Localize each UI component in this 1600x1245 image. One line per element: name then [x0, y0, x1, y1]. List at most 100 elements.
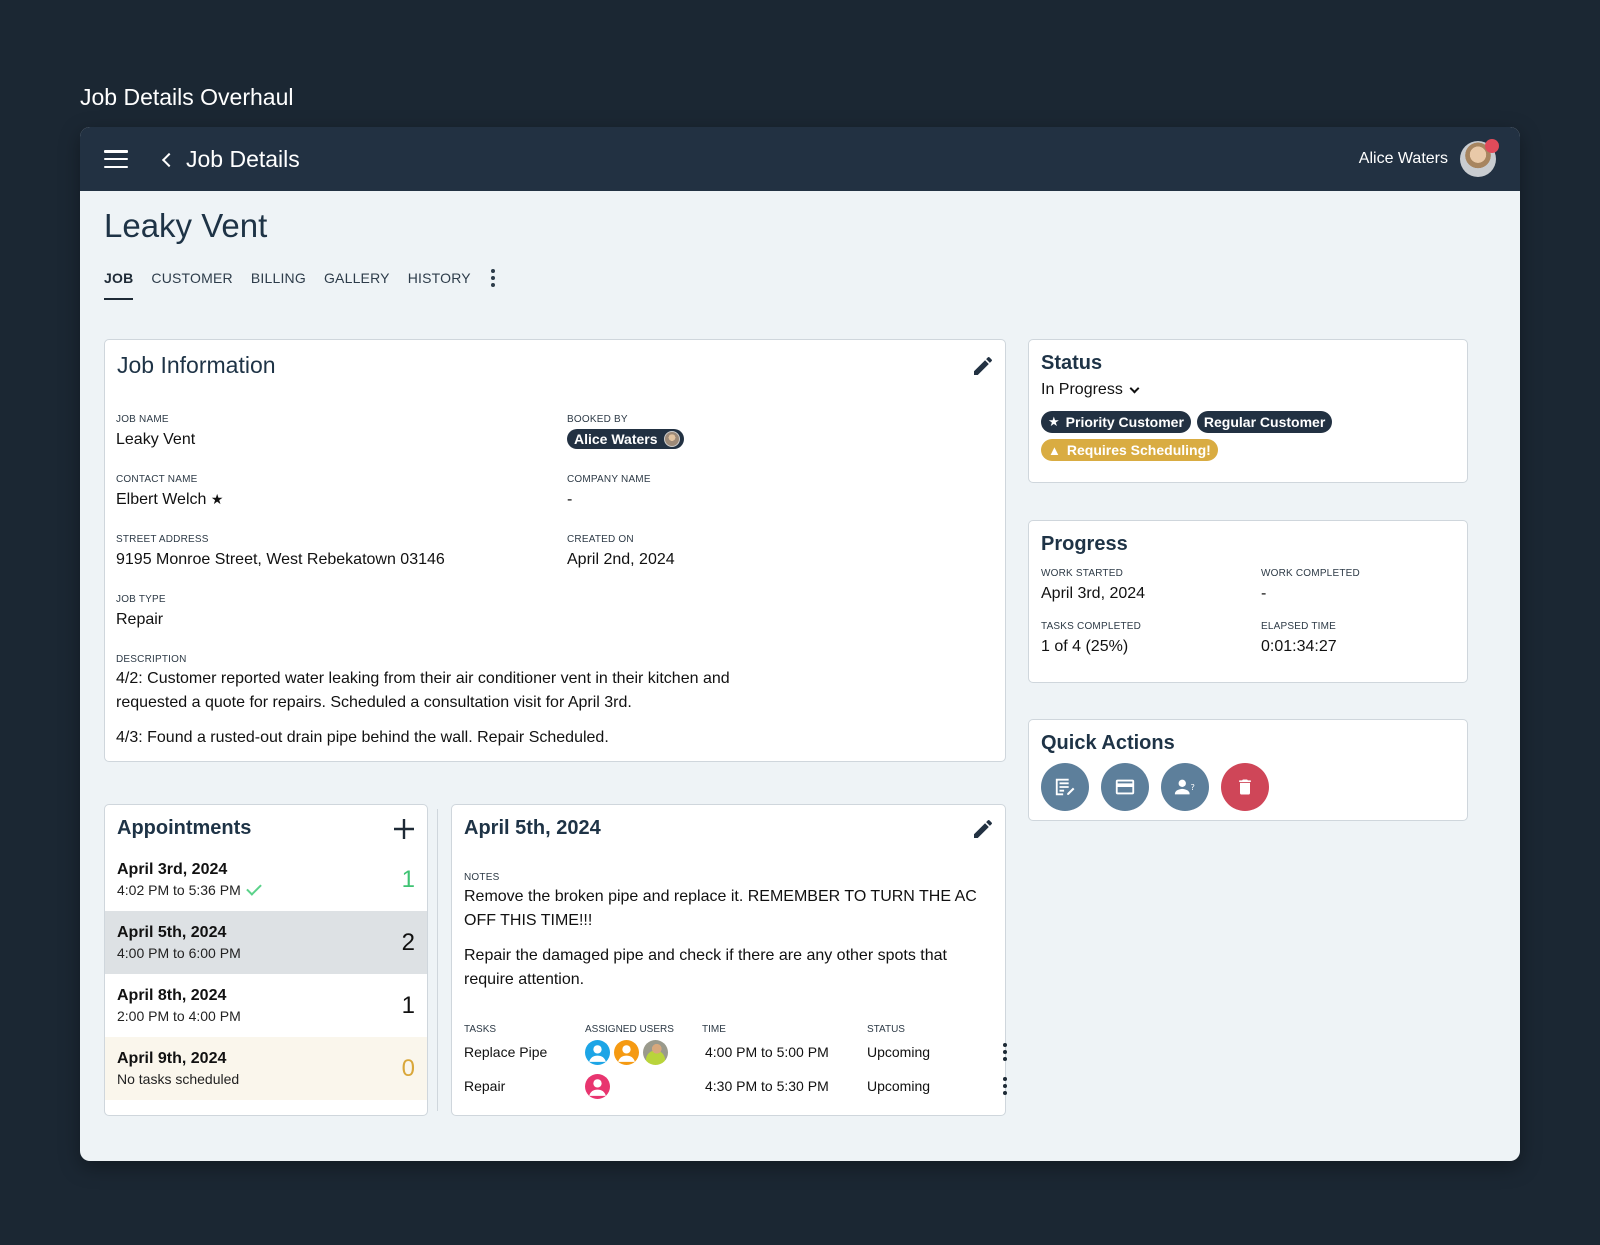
description-paragraph: 4/3: Found a rusted-out drain pipe behin…	[116, 729, 609, 746]
warning-icon: ▲	[1048, 442, 1061, 458]
notes-section: NOTES Remove the broken pipe and replace…	[464, 872, 984, 992]
tag-requires-scheduling[interactable]: ▲ Requires Scheduling!	[1041, 439, 1218, 461]
avatar	[663, 431, 680, 447]
field-value: 0:01:34:27	[1261, 638, 1337, 655]
appointment-time: 4:00 PM to 6:00 PM	[117, 945, 241, 961]
field-value: 1 of 4 (25%)	[1041, 638, 1129, 655]
appointment-date: April 3rd, 2024	[117, 861, 228, 878]
appointment-item[interactable]: April 9th, 2024 No tasks scheduled 0	[105, 1037, 427, 1100]
tab-gallery[interactable]: GALLERY	[324, 270, 390, 300]
card-title: Appointments	[117, 817, 252, 839]
edit-icon[interactable]	[971, 354, 995, 378]
edit-icon[interactable]	[971, 817, 995, 841]
appointment-item[interactable]: April 3rd, 2024 4:02 PM to 5:36 PM 1	[105, 848, 427, 911]
chevron-left-icon	[161, 152, 177, 167]
svg-text:?: ?	[1191, 782, 1195, 792]
status-value: In Progress	[1041, 381, 1123, 398]
tab-history[interactable]: HISTORY	[408, 270, 471, 300]
description-paragraph: 4/2: Customer reported water leaking fro…	[116, 670, 730, 711]
top-bar: Job Details Alice Waters	[80, 127, 1520, 191]
field-tasks-completed: TASKS COMPLETED 1 of 4 (25%)	[1041, 621, 1261, 656]
card-title: Quick Actions	[1041, 732, 1175, 754]
user-avatar[interactable]	[643, 1039, 668, 1065]
field-label: WORK COMPLETED	[1261, 568, 1360, 579]
billing-button[interactable]	[1101, 763, 1149, 811]
more-options-icon[interactable]	[1003, 1043, 1007, 1061]
table-row[interactable]: Repair 4:30 PM to 5:30 PM Upcoming	[464, 1069, 1007, 1103]
note-paragraph: Remove the broken pipe and replace it. R…	[464, 888, 977, 929]
tab-billing[interactable]: BILLING	[251, 270, 306, 300]
tag-regular-customer[interactable]: Regular Customer	[1196, 411, 1333, 433]
task-status: Upcoming	[867, 1044, 931, 1060]
user-avatar-icon[interactable]	[585, 1073, 610, 1099]
more-options-icon[interactable]	[1003, 1077, 1007, 1095]
field-label: JOB NAME	[116, 414, 169, 425]
divider	[437, 809, 438, 1111]
back-button[interactable]: Job Details	[161, 146, 300, 173]
booked-by-chip[interactable]: Alice Waters	[567, 429, 684, 449]
user-avatar-icon[interactable]	[614, 1039, 639, 1065]
field-booked-by: BOOKED BY Alice Waters	[567, 414, 684, 449]
field-company-name: COMPANY NAME -	[567, 474, 651, 509]
notification-dot	[1485, 139, 1499, 153]
appointment-item[interactable]: April 8th, 2024 2:00 PM to 4:00 PM 1	[105, 974, 427, 1037]
field-label: DESCRIPTION	[116, 654, 187, 665]
field-value: Elbert Welch	[116, 491, 207, 508]
notes-edit-icon	[1055, 778, 1075, 796]
column-header: ASSIGNED USERS	[585, 1024, 674, 1035]
tasks-header: TASKS ASSIGNED USERS TIME STATUS	[464, 1024, 993, 1035]
table-row[interactable]: Replace Pipe 4:00 PM to 5:00 PM Upcoming	[464, 1035, 1007, 1069]
column-header: TASKS	[464, 1024, 497, 1035]
field-value: Repair	[116, 611, 164, 628]
appointment-detail-card: April 5th, 2024 NOTES Remove the broken …	[451, 804, 1007, 1116]
delete-job-button[interactable]	[1221, 763, 1269, 811]
appointment-date: April 8th, 2024	[117, 987, 227, 1004]
task-count: 0	[401, 1054, 415, 1082]
card-title: Progress	[1041, 533, 1128, 555]
add-note-button[interactable]	[1041, 763, 1089, 811]
field-value: 9195 Monroe Street, West Rebekatown 0314…	[116, 551, 445, 568]
user-name: Alice Waters	[1358, 150, 1448, 167]
star-icon: ★	[210, 491, 224, 507]
appointment-item[interactable]: April 5th, 2024 4:00 PM to 6:00 PM 2	[105, 911, 427, 974]
task-count: 1	[401, 991, 415, 1019]
credit-card-icon	[1115, 779, 1135, 795]
assign-user-button[interactable]: ?	[1161, 763, 1209, 811]
tag-label: Priority Customer	[1065, 414, 1184, 430]
user-avatar-icon[interactable]	[585, 1039, 610, 1065]
task-time: 4:30 PM to 5:30 PM	[705, 1078, 829, 1094]
avatar[interactable]	[1460, 139, 1499, 177]
appointment-date: April 5th, 2024	[117, 924, 227, 941]
field-label: CREATED ON	[567, 534, 634, 545]
assigned-users	[585, 1039, 702, 1065]
tab-job[interactable]: JOB	[104, 270, 134, 300]
field-label: JOB TYPE	[116, 594, 166, 605]
task-count: 1	[401, 865, 415, 893]
user-menu[interactable]: Alice Waters	[1358, 139, 1499, 177]
field-street-address: STREET ADDRESS 9195 Monroe Street, West …	[116, 534, 445, 569]
field-label: CONTACT NAME	[116, 474, 198, 485]
card-title: April 5th, 2024	[464, 817, 601, 839]
field-value: -	[567, 491, 573, 508]
field-label: TASKS COMPLETED	[1041, 621, 1142, 632]
add-appointment-icon[interactable]	[393, 818, 415, 840]
more-tabs-icon[interactable]	[490, 269, 495, 301]
note-paragraph: Repair the damaged pipe and check if the…	[464, 947, 947, 988]
tag-priority-customer[interactable]: ★ Priority Customer	[1041, 411, 1191, 433]
appointment-time: 2:00 PM to 4:00 PM	[117, 1008, 241, 1024]
field-label: ELAPSED TIME	[1261, 621, 1337, 632]
status-card: Status In Progress ★ Priority Customer Re…	[1028, 339, 1468, 483]
field-label: COMPANY NAME	[567, 474, 651, 485]
progress-card: Progress WORK STARTED April 3rd, 2024 WO…	[1028, 520, 1468, 683]
status-dropdown[interactable]: In Progress	[1041, 381, 1140, 399]
appointment-time: No tasks scheduled	[117, 1071, 240, 1087]
task-name: Replace Pipe	[464, 1044, 548, 1060]
menu-icon[interactable]	[104, 150, 128, 168]
tab-customer[interactable]: CUSTOMER	[151, 270, 232, 300]
job-title: Leaky Vent	[104, 207, 268, 244]
field-label: WORK STARTED	[1041, 568, 1124, 579]
tag-label: Regular Customer	[1203, 414, 1326, 430]
tab-bar: JOB CUSTOMER BILLING GALLERY HISTORY	[104, 269, 1496, 301]
field-created-on: CREATED ON April 2nd, 2024	[567, 534, 675, 569]
task-time: 4:00 PM to 5:00 PM	[705, 1044, 829, 1060]
